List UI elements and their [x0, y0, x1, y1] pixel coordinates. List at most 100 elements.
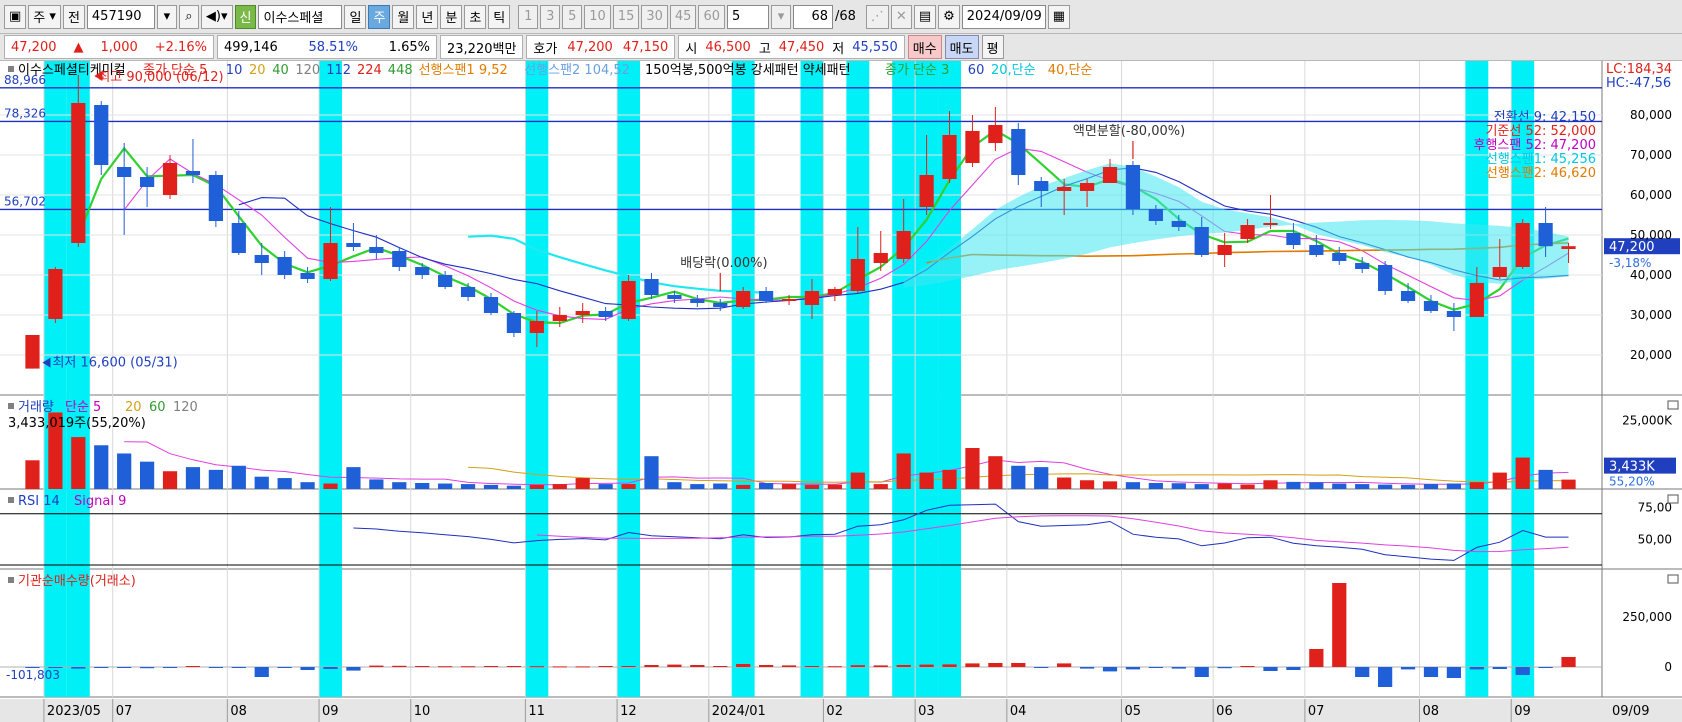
inst-net-buy-bar — [988, 663, 1003, 667]
price-tick-label: 20,000 — [1630, 348, 1672, 362]
high-annotation: 최고 90,000 (06/12) — [98, 70, 223, 85]
rsi-legend-entry: RSI 14 — [18, 494, 60, 509]
gear-icon[interactable]: ⚙ — [938, 4, 960, 29]
price-change-pct: +2.16% — [154, 39, 207, 55]
x-axis-label: 2023/05 — [47, 704, 101, 719]
layout-icon[interactable]: ▣ — [4, 4, 27, 29]
x-axis-label: 04 — [1010, 704, 1027, 719]
grid-tool-icon[interactable]: ⋰ — [865, 4, 889, 29]
volume-bar — [1309, 482, 1324, 489]
main-toolbar: ▣ 주 ▾ 전 457190 ▾ ⌕ ◀)▾ 신 이수스페셜 일주월년분초틱 1… — [0, 0, 1682, 34]
signal-highlight-column — [1465, 61, 1489, 697]
candle-body — [323, 243, 338, 279]
candle-body — [827, 289, 842, 295]
period-button[interactable]: 월 — [392, 4, 415, 29]
volume-bar — [713, 483, 728, 489]
volume-bar — [827, 484, 842, 489]
candle-body — [804, 291, 820, 305]
code-dropdown[interactable]: ▾ — [156, 4, 177, 29]
inst-net-buy-bar — [552, 666, 567, 668]
candle-body — [644, 279, 659, 295]
cross-tool-icon[interactable]: ✕ — [890, 4, 912, 29]
inst-net-buy-bar — [1102, 667, 1118, 672]
interval-select[interactable]: 5 — [727, 4, 769, 29]
volume-bar — [506, 485, 522, 489]
inst-net-buy-bar — [759, 665, 774, 667]
save-icon[interactable]: ▤ — [913, 4, 937, 29]
volume-bar — [1469, 482, 1484, 489]
inst-net-buy-bar — [850, 665, 865, 667]
sell-button[interactable]: 매도 — [944, 35, 979, 59]
inst-net-buy-bar — [1057, 663, 1072, 667]
high-label: 고 — [758, 41, 771, 57]
calendar-icon[interactable]: ▦ — [1047, 4, 1071, 29]
stock-chart[interactable]: 88,96678,32656,70280,00070,00060,00050,0… — [0, 61, 1682, 722]
type-select[interactable]: 주 ▾ — [28, 4, 61, 29]
high-price: 47,450 — [778, 39, 825, 55]
inst-net-buy-bar — [1309, 649, 1324, 667]
interval-button[interactable]: 45 — [669, 4, 697, 29]
period-button[interactable]: 일 — [344, 4, 367, 29]
period-button[interactable]: 주 — [368, 4, 391, 29]
volume-bar — [94, 445, 109, 489]
period-buttons: 일주월년분초틱 — [344, 4, 511, 29]
open-price: 46,500 — [705, 39, 751, 55]
date-input[interactable]: 2024/09/09 — [961, 4, 1046, 29]
new-badge[interactable]: 신 — [234, 4, 257, 29]
candle-body — [483, 297, 499, 313]
candle-body — [1011, 129, 1026, 175]
avg-button[interactable]: 평 — [981, 35, 1004, 59]
count-input[interactable]: 68 — [793, 4, 833, 29]
inst-net-buy-bar — [117, 667, 132, 668]
volume-bar — [873, 484, 888, 489]
code-input[interactable]: 457190 — [86, 4, 155, 29]
candle-body — [415, 267, 430, 275]
inst-net-buy-bar — [208, 667, 223, 668]
signal-highlight-column — [319, 61, 342, 697]
interval-button[interactable]: 30 — [641, 4, 668, 29]
interval-button[interactable]: 10 — [584, 4, 611, 29]
inst-net-buy-bar — [942, 664, 957, 667]
candle-body — [781, 299, 797, 301]
candle-body — [369, 247, 384, 253]
low-price: 45,550 — [852, 39, 898, 55]
inst-net-buy-bar — [506, 666, 522, 667]
speaker-icon[interactable]: ◀)▾ — [200, 4, 233, 29]
stock-name-field[interactable]: 이수스페셜 — [258, 4, 343, 29]
inst-net-buy-bar — [827, 666, 842, 668]
period-button[interactable]: 초 — [464, 4, 487, 29]
volume-bar — [117, 453, 132, 489]
candle-body — [575, 311, 590, 315]
signal-highlight-column — [731, 61, 755, 697]
volume-legend-entry: 20 — [125, 400, 142, 415]
x-axis-label: 09 — [322, 704, 339, 719]
candle-body — [460, 287, 476, 297]
inst-net-buy-bar — [1446, 667, 1462, 678]
prev-button[interactable]: 전 — [62, 4, 85, 29]
x-axis-end-label: 09/09 — [1612, 704, 1649, 719]
inst-net-buy-bar — [1079, 667, 1095, 669]
interval-button[interactable]: 15 — [612, 4, 640, 29]
inst-net-buy-bar — [621, 666, 636, 667]
panel-minimize-icon — [1667, 574, 1679, 584]
inst-net-buy-bar — [1492, 667, 1507, 669]
interval-dropdown[interactable]: ▾ — [771, 4, 791, 29]
period-button[interactable]: 년 — [416, 4, 439, 29]
candle-body — [759, 291, 774, 301]
interval-button[interactable]: 1 — [518, 4, 539, 29]
buy-button[interactable]: 매수 — [907, 35, 942, 59]
interval-button[interactable]: 5 — [562, 4, 583, 29]
interval-button[interactable]: 3 — [540, 4, 561, 29]
volume-bar — [575, 478, 590, 489]
search-icon[interactable]: ⌕ — [178, 4, 199, 29]
current-price: 47,200 — [11, 39, 57, 55]
period-button[interactable]: 분 — [440, 4, 463, 29]
inst-net-buy-bar — [1034, 667, 1049, 668]
interval-button[interactable]: 60 — [698, 4, 725, 29]
volume-legend-entry: 120 — [173, 400, 198, 415]
volume-bar — [1217, 483, 1232, 489]
price-legend-entry: 20 — [249, 63, 266, 78]
volume-bar — [690, 484, 705, 489]
period-button[interactable]: 틱 — [488, 4, 511, 29]
inst-net-buy-bar — [185, 666, 201, 667]
